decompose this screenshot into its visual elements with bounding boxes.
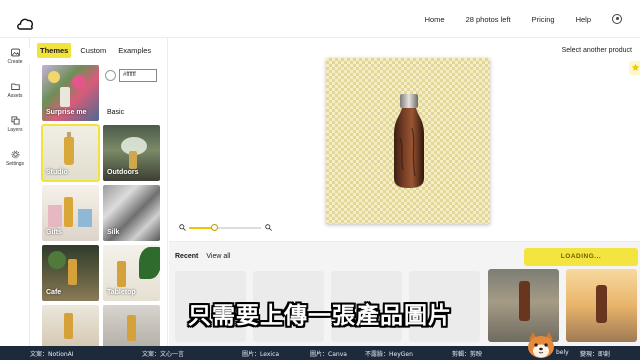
zoom-handle[interactable] (211, 224, 218, 231)
rail-label-layers: Layers (7, 127, 23, 133)
recent-results-strip: Recent View all LOADING... (169, 241, 640, 346)
image-icon (10, 48, 20, 57)
panel-tabs: Themes Custom Examples (37, 43, 154, 58)
credit-item: 變現：即創 (580, 351, 611, 358)
theme-label-basic: Basic (107, 109, 125, 116)
tab-view-all[interactable]: View all (206, 253, 230, 260)
select-another-product-link[interactable]: Select another product (562, 47, 632, 54)
nav-pricing-link[interactable]: Pricing (532, 15, 555, 24)
credit-item: 不露臉：HeyGen (365, 351, 413, 358)
theme-tile-surprise-me[interactable]: Surprise me (42, 65, 99, 121)
theme-tile-basic[interactable]: #ffffff Basic (103, 65, 160, 121)
feedback-star-tab[interactable] (629, 61, 640, 75)
nav-help-link[interactable]: Help (576, 15, 591, 24)
gear-icon (11, 150, 19, 159)
top-navbar: Home 28 photos left Pricing Help (0, 0, 640, 38)
rail-item-layers[interactable]: Layers (0, 116, 30, 133)
rail-item-assets[interactable]: Assets (0, 82, 30, 99)
wooden-bottle-image (394, 94, 424, 188)
rail-item-create[interactable]: Create (0, 48, 30, 65)
theme-tile-gifts[interactable]: Gifts (42, 185, 99, 241)
theme-label-outdoors: Outdoors (107, 169, 139, 176)
hex-color-input[interactable]: #ffffff (119, 69, 157, 82)
rail-label-settings: Settings (5, 161, 25, 167)
folder-icon (10, 83, 20, 90)
recent-tabs: Recent View all (175, 253, 230, 260)
loading-button[interactable]: LOADING... (524, 248, 638, 266)
nav-home-link[interactable]: Home (425, 15, 445, 24)
shiba-mascot-icon (528, 332, 554, 358)
theme-label-surprise-me: Surprise me (46, 109, 87, 116)
theme-tile-tabletop[interactable]: Tabletop (103, 245, 160, 301)
zoom-out-icon[interactable] (179, 224, 186, 231)
rail-item-settings[interactable]: Settings (0, 150, 30, 167)
user-avatar-icon[interactable] (612, 14, 622, 24)
video-subtitle: 只需要上傳一張產品圖片 (188, 303, 452, 329)
theme-tile-cafe[interactable]: Cafe (42, 245, 99, 301)
rail-label-assets: Assets (7, 93, 23, 99)
theme-tile-silk[interactable]: Silk (103, 185, 160, 241)
zoom-in-icon[interactable] (265, 224, 272, 231)
credit-item: 文案：NotionAI (30, 351, 74, 358)
credit-item: bely (556, 349, 569, 356)
theme-label-studio: Studio (46, 169, 68, 176)
photos-left-counter[interactable]: 28 photos left (466, 15, 511, 24)
credit-item: 圖片：Lexica (242, 351, 280, 358)
tab-recent[interactable]: Recent (175, 253, 198, 260)
theme-tile-studio[interactable]: Studio (41, 124, 100, 182)
credit-item: 文案：文心一言 (142, 351, 185, 358)
theme-tile-outdoors[interactable]: Outdoors (103, 125, 160, 181)
rail-label-create: Create (7, 59, 23, 65)
credit-item: 剪輯：剪映 (452, 351, 483, 358)
cloud-logo-icon[interactable] (16, 17, 34, 31)
product-cutout-preview[interactable] (326, 58, 490, 251)
tab-examples[interactable]: Examples (115, 43, 154, 58)
color-swatch-circle[interactable] (105, 70, 116, 81)
zoom-slider[interactable] (179, 223, 279, 233)
credit-item: 圖片：Canva (310, 351, 347, 358)
editor-canvas: Select another product (169, 38, 640, 251)
theme-label-silk: Silk (107, 229, 120, 236)
layers-icon (10, 116, 20, 125)
theme-label-gifts: Gifts (46, 229, 62, 236)
tab-themes[interactable]: Themes (37, 43, 72, 58)
star-icon (631, 63, 640, 71)
top-nav-links: Home 28 photos left Pricing Help (425, 0, 640, 38)
tab-custom[interactable]: Custom (77, 43, 109, 58)
